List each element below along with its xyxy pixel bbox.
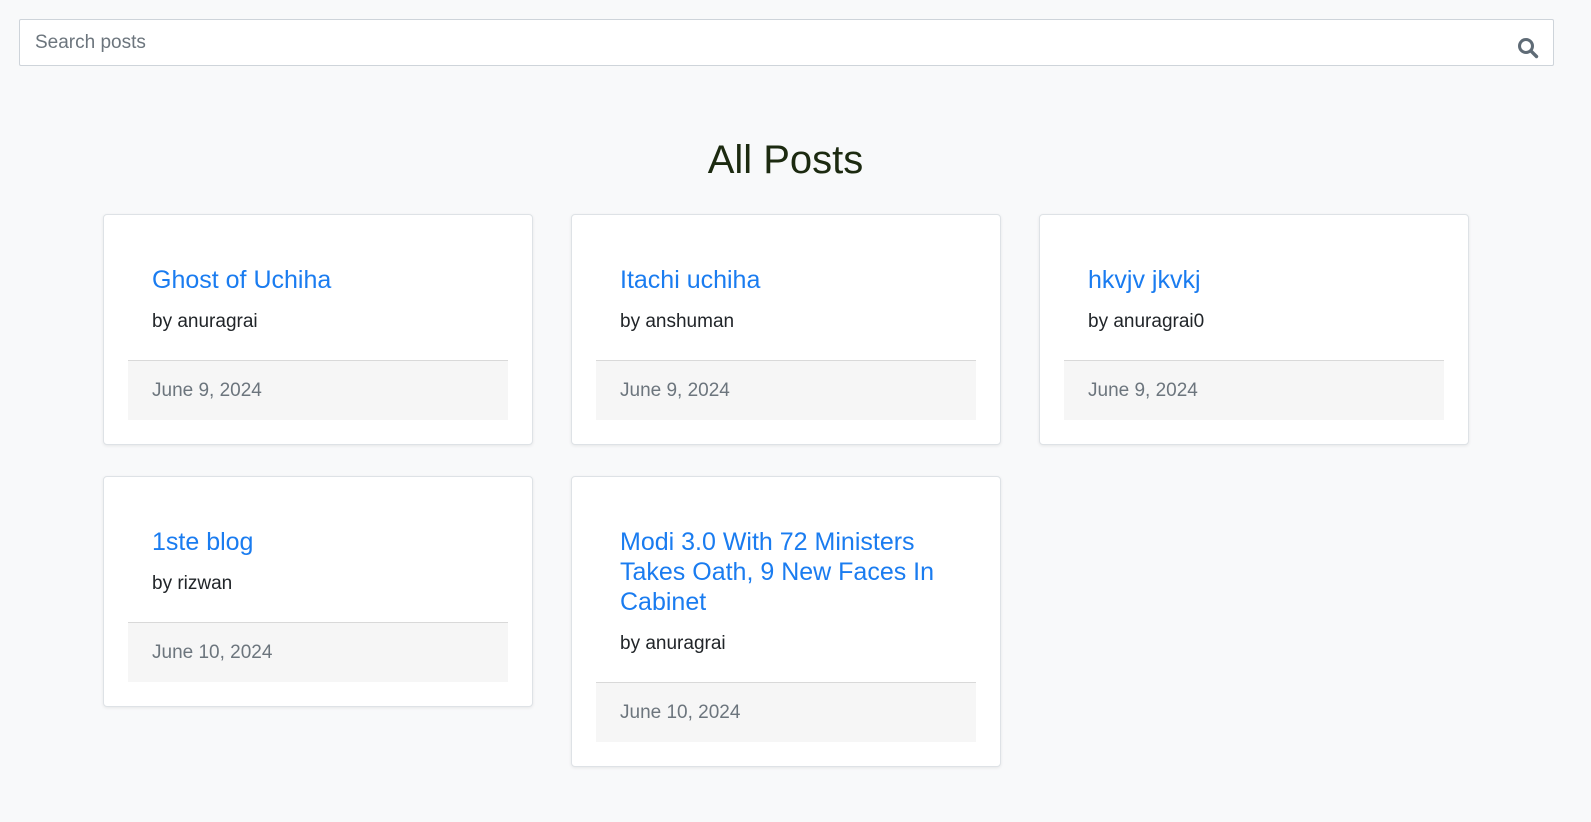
- post-title-link[interactable]: Modi 3.0 With 72 Ministers Takes Oath, 9…: [620, 527, 952, 617]
- post-title-link[interactable]: 1ste blog: [152, 527, 484, 557]
- post-card: Modi 3.0 With 72 Ministers Takes Oath, 9…: [571, 476, 1001, 767]
- post-title-link[interactable]: Itachi uchiha: [620, 265, 952, 295]
- card-footer: June 10, 2024: [596, 682, 976, 742]
- card-body: Itachi uchiha by anshuman: [596, 240, 976, 360]
- post-date: June 9, 2024: [152, 379, 262, 401]
- search-bar: [19, 19, 1554, 66]
- post-card: Ghost of Uchiha by anuragrai June 9, 202…: [103, 214, 533, 445]
- post-date: June 10, 2024: [152, 641, 273, 663]
- post-card: hkvjv jkvkj by anuragrai0 June 9, 2024: [1039, 214, 1469, 445]
- card-footer: June 9, 2024: [1064, 360, 1444, 420]
- post-author: by anuragrai0: [1088, 311, 1205, 332]
- card-body: 1ste blog by rizwan: [128, 502, 508, 622]
- search-input[interactable]: [20, 20, 1553, 65]
- card-footer: June 9, 2024: [596, 360, 976, 420]
- post-author: by anuragrai: [620, 633, 726, 654]
- post-card: 1ste blog by rizwan June 10, 2024: [103, 476, 533, 707]
- post-author: by rizwan: [152, 573, 233, 594]
- post-author: by anshuman: [620, 311, 735, 332]
- post-title-link[interactable]: hkvjv jkvkj: [1088, 265, 1420, 295]
- posts-grid: Ghost of Uchiha by anuragrai June 9, 202…: [103, 214, 1469, 767]
- post-title-link[interactable]: Ghost of Uchiha: [152, 265, 484, 295]
- post-author: by anuragrai: [152, 311, 258, 332]
- search-icon[interactable]: [1517, 37, 1539, 59]
- card-body: hkvjv jkvkj by anuragrai0: [1064, 240, 1444, 360]
- post-date: June 9, 2024: [620, 379, 730, 401]
- card-footer: June 9, 2024: [128, 360, 508, 420]
- page-title: All Posts: [707, 138, 864, 182]
- card-body: Ghost of Uchiha by anuragrai: [128, 240, 508, 360]
- card-body: Modi 3.0 With 72 Ministers Takes Oath, 9…: [596, 502, 976, 682]
- card-footer: June 10, 2024: [128, 622, 508, 682]
- post-card: Itachi uchiha by anshuman June 9, 2024: [571, 214, 1001, 445]
- post-date: June 9, 2024: [1088, 379, 1198, 401]
- post-date: June 10, 2024: [620, 701, 741, 723]
